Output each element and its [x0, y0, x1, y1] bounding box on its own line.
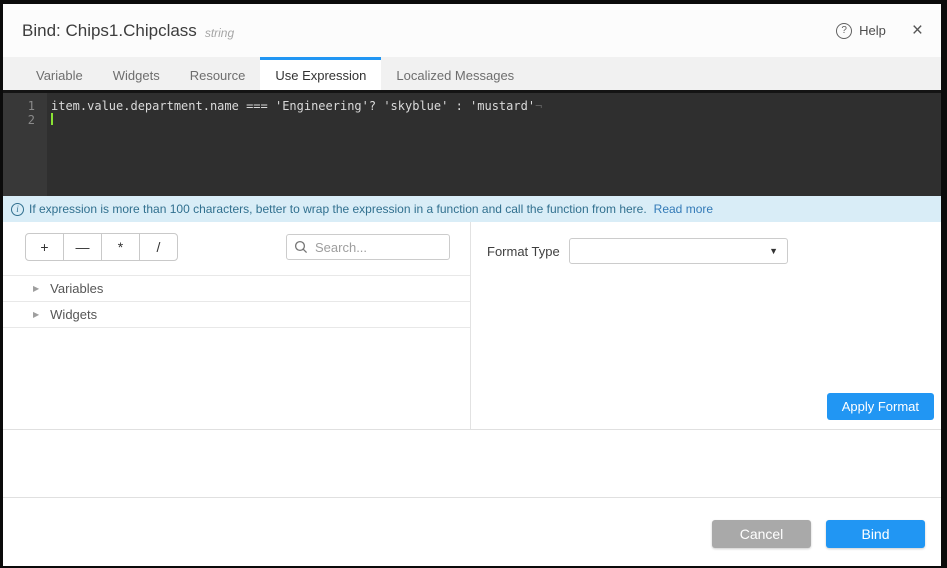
- tab-resource[interactable]: Resource: [175, 57, 261, 90]
- tab-variable[interactable]: Variable: [21, 57, 98, 90]
- sources-toolbar: + — * /: [3, 222, 470, 261]
- dialog-footer: Cancel Bind: [3, 497, 941, 566]
- dialog-body-panels: + — * / ▶ Variables ▶: [3, 222, 941, 430]
- tab-use-expression[interactable]: Use Expression: [260, 57, 381, 90]
- dialog-tabbar: Variable Widgets Resource Use Expression…: [3, 57, 941, 90]
- chevron-right-icon[interactable]: ▶: [33, 284, 39, 293]
- tree-node-variables[interactable]: ▶ Variables: [3, 276, 470, 302]
- format-panel: Format Type ▼ Apply Format: [471, 222, 941, 429]
- tree-node-label: Widgets: [50, 307, 97, 322]
- format-type-row: Format Type ▼: [471, 222, 941, 264]
- search-icon: [294, 240, 308, 259]
- help-button[interactable]: ? Help: [836, 23, 886, 39]
- tree-node-widgets[interactable]: ▶ Widgets: [3, 302, 470, 328]
- dialog-title: Bind: Chips1.Chipclass: [22, 21, 197, 41]
- read-more-link[interactable]: Read more: [654, 202, 713, 216]
- help-label: Help: [859, 23, 886, 38]
- expression-editor[interactable]: 1 item.value.department.name === 'Engine…: [3, 90, 941, 196]
- tab-widgets[interactable]: Widgets: [98, 57, 175, 90]
- plus-operator-button[interactable]: +: [25, 233, 64, 261]
- binding-sources-tree: ▶ Variables ▶ Widgets: [3, 275, 470, 328]
- help-icon: ?: [836, 23, 852, 39]
- line-number: 2: [3, 113, 47, 127]
- chevron-right-icon[interactable]: ▶: [33, 310, 39, 319]
- expression-code: item.value.department.name === 'Engineer…: [51, 99, 535, 113]
- expression-text: [51, 113, 53, 127]
- info-icon: i: [11, 203, 24, 216]
- expression-info-bar: i If expression is more than 100 charact…: [3, 196, 941, 222]
- bound-property-type: string: [205, 22, 234, 40]
- multiply-operator-button[interactable]: *: [101, 233, 140, 261]
- tab-localized-messages[interactable]: Localized Messages: [381, 57, 529, 90]
- titlebar-actions: ? Help ×: [836, 21, 923, 40]
- tree-node-label: Variables: [50, 281, 103, 296]
- editor-line-2: 2: [3, 113, 941, 127]
- editor-line-1: 1 item.value.department.name === 'Engine…: [3, 99, 941, 113]
- close-icon[interactable]: ×: [912, 21, 923, 40]
- chevron-down-icon: ▼: [769, 239, 778, 264]
- operator-buttons: + — * /: [25, 233, 178, 261]
- divide-operator-button[interactable]: /: [139, 233, 178, 261]
- search-input[interactable]: [286, 234, 450, 260]
- format-type-dropdown[interactable]: ▼: [569, 238, 788, 264]
- sources-panel: + — * / ▶ Variables ▶: [3, 222, 471, 429]
- bind-button[interactable]: Bind: [826, 520, 925, 548]
- bind-dialog: Bind: Chips1.Chipclass string ? Help × V…: [3, 4, 941, 566]
- dialog-titlebar: Bind: Chips1.Chipclass string ? Help ×: [3, 4, 941, 57]
- apply-format-button[interactable]: Apply Format: [827, 393, 934, 420]
- format-type-label: Format Type: [487, 244, 569, 259]
- info-message: If expression is more than 100 character…: [29, 202, 647, 216]
- text-cursor: [51, 113, 53, 125]
- minus-operator-button[interactable]: —: [63, 233, 102, 261]
- editor-lines: 1 item.value.department.name === 'Engine…: [3, 93, 941, 127]
- line-number: 1: [3, 99, 47, 113]
- cancel-button[interactable]: Cancel: [712, 520, 811, 548]
- eol-marker: ¬: [535, 99, 542, 113]
- expression-text: item.value.department.name === 'Engineer…: [51, 99, 542, 113]
- search-box: [286, 234, 450, 260]
